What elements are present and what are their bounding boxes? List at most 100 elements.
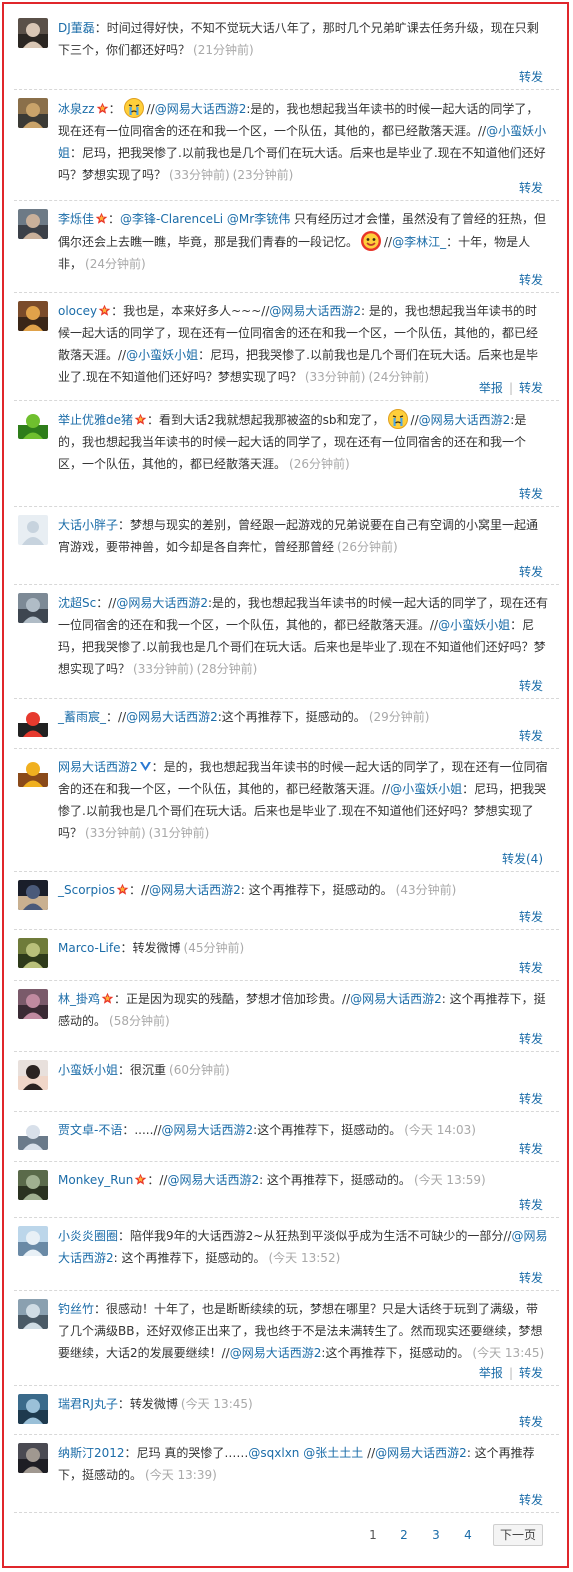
avatar[interactable] — [18, 1226, 48, 1256]
mention-link[interactable]: @网易大话西游2 — [116, 596, 208, 610]
report-link[interactable]: 举报 — [479, 381, 503, 395]
username-link[interactable]: 小蛮妖小姐 — [58, 1063, 118, 1077]
mention-link[interactable]: @李锋-ClarenceLi — [120, 212, 223, 226]
repost-link[interactable]: 转发 — [519, 1493, 543, 1507]
username-colon: ： — [114, 992, 127, 1006]
username-colon: ： — [118, 518, 131, 532]
page-3[interactable]: 3 — [424, 1526, 448, 1544]
avatar[interactable] — [18, 593, 48, 623]
avatar[interactable] — [18, 409, 48, 439]
avatar[interactable] — [18, 98, 48, 128]
mention-link[interactable]: @网易大话西游2 — [269, 304, 361, 318]
username-link[interactable]: 李烁佳 — [58, 212, 94, 226]
repost-link[interactable]: 转发 — [519, 70, 543, 84]
repost-link[interactable]: 转发 — [519, 1092, 543, 1106]
comment-item: 小炎炎圈圈：陪伴我9年的大话西游2~从狂热到平淡似乎成为生活不可缺少的一部分//… — [14, 1218, 559, 1291]
avatar[interactable] — [18, 757, 48, 787]
mention-link[interactable]: @小蛮妖小姐 — [438, 618, 510, 632]
mention-link[interactable]: @网易大话西游2 — [126, 710, 218, 724]
mention-link[interactable]: @李林江_ — [392, 235, 446, 249]
repost-link[interactable]: 转发 — [519, 910, 543, 924]
mention-link[interactable]: @小蛮妖小姐 — [390, 782, 462, 796]
avatar[interactable] — [18, 1120, 48, 1150]
avatar[interactable] — [18, 1060, 48, 1090]
repost-link[interactable]: 转发 — [519, 1198, 543, 1212]
repost-link[interactable]: 转发 — [519, 1032, 543, 1046]
mention-link[interactable]: @sqxlxn — [248, 1446, 299, 1460]
repost-separator: // — [221, 1346, 230, 1360]
comment-body: 网易大话西游2 ：是的，我也想起我当年读书的时候一起大话的同学了，现在还有一位同宿… — [58, 756, 548, 844]
username-link[interactable]: 大话小胖子 — [58, 518, 118, 532]
repost-link[interactable]: 转发 — [519, 1415, 543, 1429]
avatar[interactable] — [18, 18, 48, 48]
repost-link[interactable]: 转发 — [519, 565, 543, 579]
mention-link[interactable]: @网易大话西游2 — [167, 1173, 259, 1187]
comment-item: olocey ：我也是，本来好多人~~~//@网易大话西游2: 是的，我也想起我当… — [14, 293, 559, 401]
username-link[interactable]: _蓄雨宸_ — [58, 710, 106, 724]
username-link[interactable]: 纳斯汀2012 — [58, 1446, 125, 1460]
username-link[interactable]: Monkey_Run — [58, 1173, 133, 1187]
comment-item: 纳斯汀2012：尼玛 真的哭惨了……@sqxlxn @张土土土 //@网易大话西… — [14, 1435, 559, 1513]
avatar[interactable] — [18, 209, 48, 239]
comment-item: 网易大话西游2 ：是的，我也想起我当年读书的时候一起大话的同学了，现在还有一位同宿… — [14, 749, 559, 872]
comment-item: 瑞君RJ丸子：转发微博 (今天 13:45) 转发 — [14, 1386, 559, 1435]
username-link[interactable]: 举止优雅de猪 — [58, 413, 133, 427]
username-link[interactable]: _Scorpios — [58, 883, 115, 897]
username-link[interactable]: 小炎炎圈圈 — [58, 1229, 118, 1243]
repost-link[interactable]: 转发 — [519, 487, 543, 501]
comment-body: 小蛮妖小姐：很沉重 (60分钟前) — [58, 1059, 548, 1081]
avatar[interactable] — [18, 880, 48, 910]
username-link[interactable]: olocey — [58, 304, 97, 318]
repost-link[interactable]: 转发 — [519, 961, 543, 975]
mention-link[interactable]: @小蛮妖小姐 — [126, 348, 198, 362]
username-colon: ： — [147, 413, 160, 427]
username-link[interactable]: DJ董磊 — [58, 21, 95, 35]
comment-actions: 转发 — [519, 564, 543, 580]
username-link[interactable]: 瑞君RJ丸子 — [58, 1397, 118, 1411]
username-link[interactable]: 冰泉zz — [58, 102, 95, 116]
mention-link[interactable]: @张土土土 — [303, 1446, 363, 1460]
mention-link[interactable]: @Mr李铳伟 — [227, 212, 290, 226]
mention-link[interactable]: @网易大话西游2 — [149, 883, 241, 897]
timestamp: (21分钟前) — [193, 43, 254, 57]
repost-link[interactable]: 转发 — [519, 1271, 543, 1285]
avatar[interactable] — [18, 989, 48, 1019]
username-link[interactable]: 林_掛鸡 — [58, 992, 100, 1006]
repost-link[interactable]: 转发 — [519, 381, 543, 395]
mention-link[interactable]: @网易大话西游2 — [419, 413, 511, 427]
avatar[interactable] — [18, 938, 48, 968]
mention-link[interactable]: @网易大话西游2 — [155, 102, 247, 116]
page-1[interactable]: 1 — [361, 1526, 385, 1544]
username-link[interactable]: 钓丝竹 — [58, 1302, 94, 1316]
mention-link[interactable]: @网易大话西游2 — [230, 1346, 322, 1360]
repost-link[interactable]: 转发 — [519, 729, 543, 743]
comment-item: 贾文卓-不语：.....//@网易大话西游2:这个再推荐下，挺感动的。 (今天 1… — [14, 1112, 559, 1162]
comment-actions: 转发 — [519, 1492, 543, 1508]
repost-link[interactable]: 转发 — [519, 679, 543, 693]
avatar[interactable] — [18, 1299, 48, 1329]
repost-link[interactable]: 转发 — [519, 181, 543, 195]
avatar[interactable] — [18, 1170, 48, 1200]
report-link[interactable]: 举报 — [479, 1366, 503, 1380]
username-link[interactable]: Marco-Life — [58, 941, 121, 955]
avatar[interactable] — [18, 707, 48, 737]
mention-link[interactable]: @网易大话西游2 — [350, 992, 442, 1006]
username-link[interactable]: 沈超Sc — [58, 596, 96, 610]
page-2[interactable]: 2 — [392, 1526, 416, 1544]
username-link[interactable]: 贾文卓-不语 — [58, 1123, 122, 1137]
timestamp: (31分钟前) — [148, 826, 210, 840]
mention-link[interactable]: @网易大话西游2 — [162, 1123, 254, 1137]
avatar[interactable] — [18, 301, 48, 331]
page-4[interactable]: 4 — [456, 1526, 480, 1544]
avatar[interactable] — [18, 1443, 48, 1473]
next-page-button[interactable]: 下一页 — [493, 1524, 543, 1546]
repost-link[interactable]: 转发 — [519, 273, 543, 287]
timestamp: (24分钟前) — [368, 370, 430, 384]
avatar[interactable] — [18, 1394, 48, 1424]
mention-link[interactable]: @网易大话西游2 — [375, 1446, 467, 1460]
repost-link[interactable]: 转发 — [519, 1142, 543, 1156]
repost-link[interactable]: 转发 — [519, 1366, 543, 1380]
repost-link[interactable]: 转发(4) — [502, 852, 543, 866]
avatar[interactable] — [18, 515, 48, 545]
username-link[interactable]: 网易大话西游2 — [58, 760, 138, 774]
